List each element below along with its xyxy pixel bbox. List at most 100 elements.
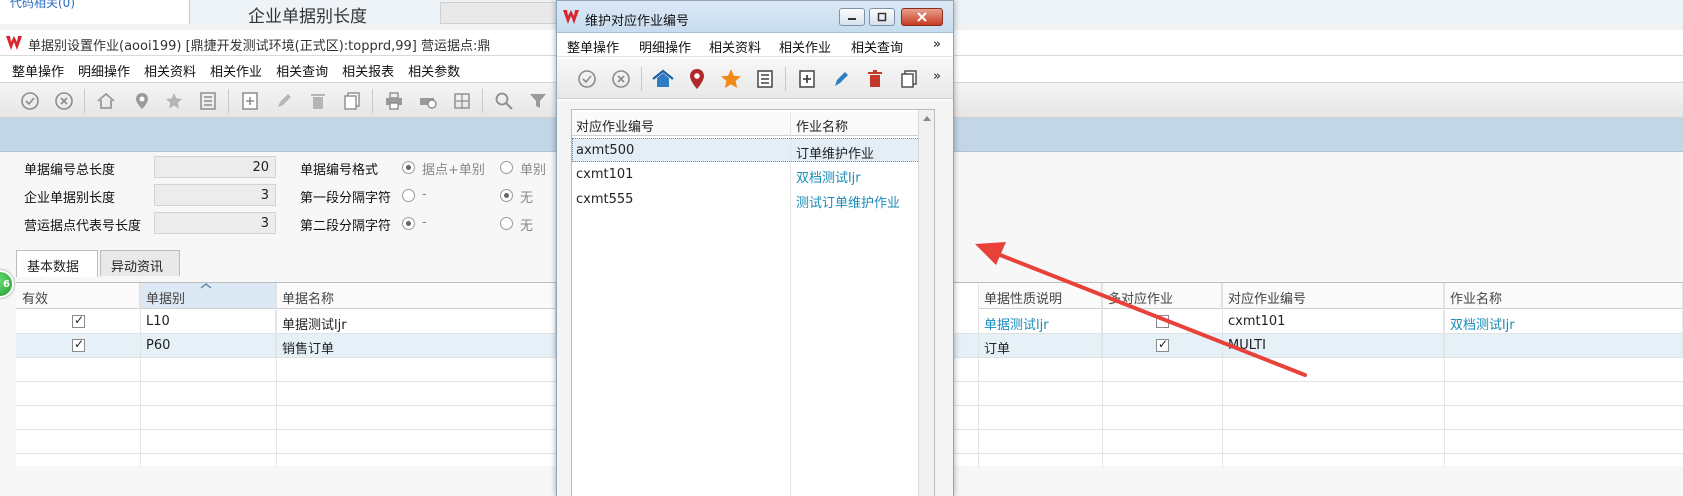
home-icon[interactable]: [651, 67, 675, 91]
star-icon[interactable]: [162, 89, 186, 113]
badge-count: 6: [3, 279, 10, 290]
grid-divider: [1444, 283, 1445, 467]
tab-change-info[interactable]: 异动资讯: [100, 250, 180, 276]
background-left-link[interactable]: 代码相关(0): [10, 0, 75, 11]
dialog-menu-more[interactable]: »: [933, 37, 941, 52]
dialog-col-header-job-name[interactable]: 作业名称: [796, 116, 848, 135]
grid-divider: [1102, 283, 1103, 467]
item-job-code: axmt500: [576, 143, 635, 158]
row-job-code[interactable]: MULTI: [1222, 334, 1444, 358]
total-length-field[interactable]: 20: [154, 156, 276, 178]
sep2-radio-dash[interactable]: [402, 217, 415, 230]
col-header-active[interactable]: 有效: [16, 283, 140, 309]
search-icon[interactable]: [492, 89, 516, 113]
add-icon[interactable]: [238, 89, 262, 113]
item-job-name: 订单维护作业: [796, 147, 875, 162]
format-radio-doc[interactable]: [500, 161, 513, 174]
scroll-up-icon[interactable]: [923, 116, 931, 121]
list-icon[interactable]: [196, 89, 220, 113]
format-radio-site-doc[interactable]: [402, 161, 415, 174]
filter-icon[interactable]: [526, 89, 550, 113]
minimize-button[interactable]: [839, 8, 865, 26]
menu-related-params[interactable]: 相关参数: [401, 56, 467, 80]
col-header-doc-name[interactable]: 单据名称: [276, 283, 556, 309]
menu-related-data[interactable]: 相关资料: [137, 56, 203, 80]
home-icon[interactable]: [94, 89, 118, 113]
cancel-icon[interactable]: [609, 67, 633, 91]
dialog-menu-detail[interactable]: 明细操作: [639, 37, 691, 56]
location-pin-icon[interactable]: [685, 67, 709, 91]
star-icon[interactable]: [719, 67, 743, 91]
menu-related-report[interactable]: 相关报表: [335, 56, 401, 80]
dialog-menu-related-data[interactable]: 相关资料: [709, 37, 761, 56]
col-header-job-name[interactable]: 作业名称: [1444, 283, 1683, 309]
confirm-icon[interactable]: [575, 67, 599, 91]
maximize-button[interactable]: [869, 8, 895, 26]
toolbar-separator: [641, 67, 642, 91]
dialog-titlebar: 维护对应作业编号: [557, 1, 953, 33]
close-button[interactable]: [901, 8, 943, 26]
menu-detail[interactable]: 明细操作: [71, 56, 137, 80]
dialog-menu-related-job[interactable]: 相关作业: [779, 37, 831, 56]
sep1-radio-dash[interactable]: [402, 189, 415, 202]
format-option-doc: 单别: [520, 163, 547, 178]
list-item[interactable]: cxmt555 测试订单维护作业: [572, 188, 920, 212]
cancel-icon[interactable]: [52, 89, 76, 113]
edit-icon[interactable]: [829, 67, 853, 91]
dialog-grid: 对应作业编号 作业名称 axmt500 订单维护作业 cxmt101 双档测试l…: [571, 109, 935, 496]
dialog-menu-related-query[interactable]: 相关查询: [851, 37, 903, 56]
main-window-title: 单据别设置作业(aooi199) [鼎捷开发测试环境(正式区):topprd,9…: [28, 39, 491, 54]
item-job-name: 双档测试ljr: [796, 171, 861, 186]
dialog-toolbar-more[interactable]: »: [933, 69, 941, 84]
row-doc-type[interactable]: P60: [140, 334, 276, 358]
row-job-code[interactable]: cxmt101: [1222, 310, 1444, 334]
site-length-field[interactable]: 3: [154, 212, 276, 234]
print-preview-icon[interactable]: [416, 89, 440, 113]
dialog-col-header-job-code[interactable]: 对应作业编号: [576, 116, 654, 135]
col-header-job-code[interactable]: 对应作业编号: [1222, 283, 1444, 309]
dialog-body: 对应作业编号 作业名称 axmt500 订单维护作业 cxmt101 双档测试l…: [557, 101, 953, 496]
grid-divider: [978, 283, 979, 467]
grid-divider: [276, 283, 277, 467]
dialog-scrollbar[interactable]: [918, 110, 934, 496]
row-active-checkbox[interactable]: [72, 313, 85, 328]
list-item[interactable]: cxmt101 双档测试ljr: [572, 163, 920, 187]
delete-icon[interactable]: [863, 67, 887, 91]
row-active-checkbox[interactable]: [72, 337, 85, 352]
menu-whole-doc[interactable]: 整单操作: [0, 56, 71, 80]
row-doc-name[interactable]: 单据测试ljr: [276, 310, 556, 334]
tab-basic-data[interactable]: 基本数据: [16, 250, 98, 277]
sort-asc-icon[interactable]: [200, 283, 212, 289]
grid-divider: [790, 112, 791, 496]
copy-icon[interactable]: [897, 67, 921, 91]
row-multi-checkbox[interactable]: [1156, 337, 1169, 352]
row-doc-type[interactable]: L10: [140, 310, 276, 334]
edit-icon[interactable]: [272, 89, 296, 113]
list-item[interactable]: axmt500 订单维护作业: [572, 138, 920, 162]
sep2-radio-none[interactable]: [500, 217, 513, 230]
doc-length-label: 企业单据别长度: [24, 191, 116, 206]
row-multi-checkbox[interactable]: [1156, 315, 1169, 328]
row-property[interactable]: 单据测试ljr: [978, 310, 1102, 334]
menu-related-job[interactable]: 相关作业: [203, 56, 269, 80]
sep2-option-none: 无: [520, 219, 534, 234]
delete-icon[interactable]: [306, 89, 330, 113]
location-pin-icon[interactable]: [130, 89, 154, 113]
row-doc-name[interactable]: 销售订单: [276, 334, 556, 358]
maximize-icon: [877, 12, 887, 22]
col-header-multi[interactable]: 多对应作业: [1102, 283, 1222, 309]
row-property[interactable]: 订单: [978, 334, 1102, 358]
doc-length-field[interactable]: 3: [154, 184, 276, 206]
copy-icon[interactable]: [340, 89, 364, 113]
list-icon[interactable]: [753, 67, 777, 91]
dialog-menu-whole-doc[interactable]: 整单操作: [567, 37, 619, 56]
menu-related-query[interactable]: 相关查询: [269, 56, 335, 80]
row-job-name[interactable]: 双档测试ljr: [1444, 310, 1683, 334]
export-icon[interactable]: [450, 89, 474, 113]
row-job-name[interactable]: [1444, 334, 1683, 358]
add-icon[interactable]: [795, 67, 819, 91]
sep1-radio-none[interactable]: [500, 189, 513, 202]
col-header-property[interactable]: 单据性质说明: [978, 283, 1102, 309]
confirm-icon[interactable]: [18, 89, 42, 113]
print-icon[interactable]: [382, 89, 406, 113]
